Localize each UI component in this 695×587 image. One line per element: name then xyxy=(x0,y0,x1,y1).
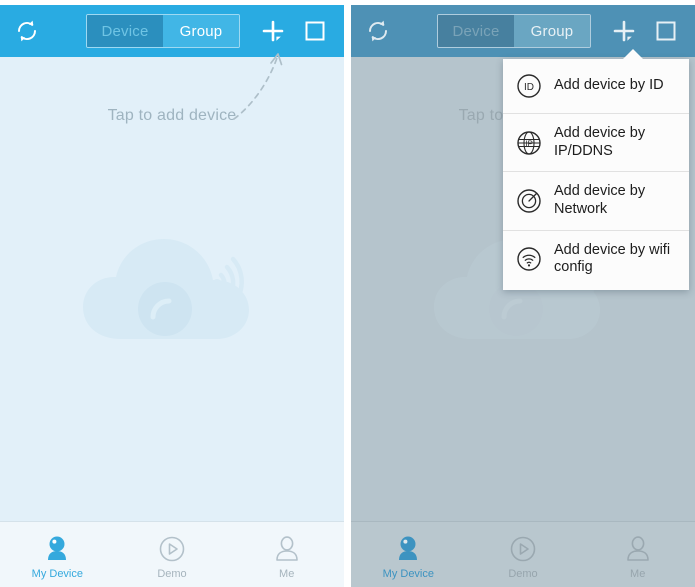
menu-item-label: Add device by ID xyxy=(554,77,664,94)
tab-label-me: Me xyxy=(279,568,295,580)
phone-panel-right: Device Group Tap to ID Add device by ID … xyxy=(351,5,695,587)
tab-my-device[interactable]: My Device xyxy=(351,522,466,587)
caret-up-icon xyxy=(622,49,644,60)
person-icon xyxy=(273,533,301,563)
tab-label-demo: Demo xyxy=(157,568,187,580)
screenshot-stage: Device Group Tap to add device My Device… xyxy=(0,0,695,587)
device-group-segmented-control[interactable]: Device Group xyxy=(437,14,591,48)
segment-group[interactable]: Group xyxy=(514,15,590,47)
menu-item-add-by-wifi-config[interactable]: Add device by wifi config xyxy=(503,229,689,288)
id-circle-icon: ID xyxy=(515,72,543,100)
menu-item-add-by-network[interactable]: Add device by Network xyxy=(503,171,689,229)
header-actions xyxy=(609,16,685,46)
menu-item-label: Add device by IP/DDNS xyxy=(554,125,646,159)
person-icon xyxy=(624,533,652,563)
play-circle-icon xyxy=(158,533,186,563)
app-screen-menu-open: Device Group Tap to ID Add device by ID … xyxy=(351,5,695,587)
square-grid-icon[interactable] xyxy=(300,16,330,46)
empty-state-area: Tap to add device xyxy=(0,53,344,522)
tab-label-my-device: My Device xyxy=(31,568,83,580)
svg-text:ID: ID xyxy=(524,82,534,93)
tab-me[interactable]: Me xyxy=(580,522,695,587)
tab-my-device[interactable]: My Device xyxy=(0,522,115,587)
camera-icon xyxy=(43,533,71,563)
dashed-curved-arrow-icon xyxy=(228,49,298,123)
phone-panel-left: Device Group Tap to add device My Device… xyxy=(0,5,344,587)
globe-ip-icon: IP xyxy=(515,129,543,157)
play-circle-icon xyxy=(509,533,537,563)
menu-item-add-by-id[interactable]: ID Add device by ID xyxy=(503,59,689,113)
header-actions xyxy=(258,16,334,46)
add-device-plus-icon[interactable] xyxy=(609,16,639,46)
menu-item-label: Add device by wifi config xyxy=(554,241,671,276)
device-group-segmented-control[interactable]: Device Group xyxy=(86,14,240,48)
camera-icon xyxy=(394,533,422,563)
app-screen-default: Device Group Tap to add device My Device… xyxy=(0,5,344,587)
tab-label-my-device: My Device xyxy=(382,568,434,580)
refresh-icon[interactable] xyxy=(10,14,44,48)
bottom-tab-bar-dimmed: My Device Demo Me xyxy=(351,521,695,587)
menu-item-add-by-ip-ddns[interactable]: IP Add device by IP/DDNS xyxy=(503,113,689,171)
segment-device[interactable]: Device xyxy=(438,15,514,47)
refresh-icon[interactable] xyxy=(361,14,395,48)
add-device-plus-icon[interactable] xyxy=(258,16,288,46)
tab-demo[interactable]: Demo xyxy=(466,522,581,587)
segment-device[interactable]: Device xyxy=(87,15,163,47)
bottom-tab-bar: My Device Demo Me xyxy=(0,521,344,587)
tab-label-demo: Demo xyxy=(508,568,538,580)
tab-label-me: Me xyxy=(630,568,646,580)
cloud-camera-wifi-icon xyxy=(77,227,267,347)
tab-me[interactable]: Me xyxy=(229,522,344,587)
tab-demo[interactable]: Demo xyxy=(115,522,230,587)
square-grid-icon[interactable] xyxy=(651,16,681,46)
network-radar-icon xyxy=(515,187,543,215)
add-device-menu: ID Add device by ID IP Add device by IP/… xyxy=(503,59,689,291)
wifi-circle-icon xyxy=(515,245,543,273)
segment-group[interactable]: Group xyxy=(163,15,239,47)
svg-text:IP: IP xyxy=(525,139,533,148)
menu-item-label: Add device by Network xyxy=(554,183,646,218)
